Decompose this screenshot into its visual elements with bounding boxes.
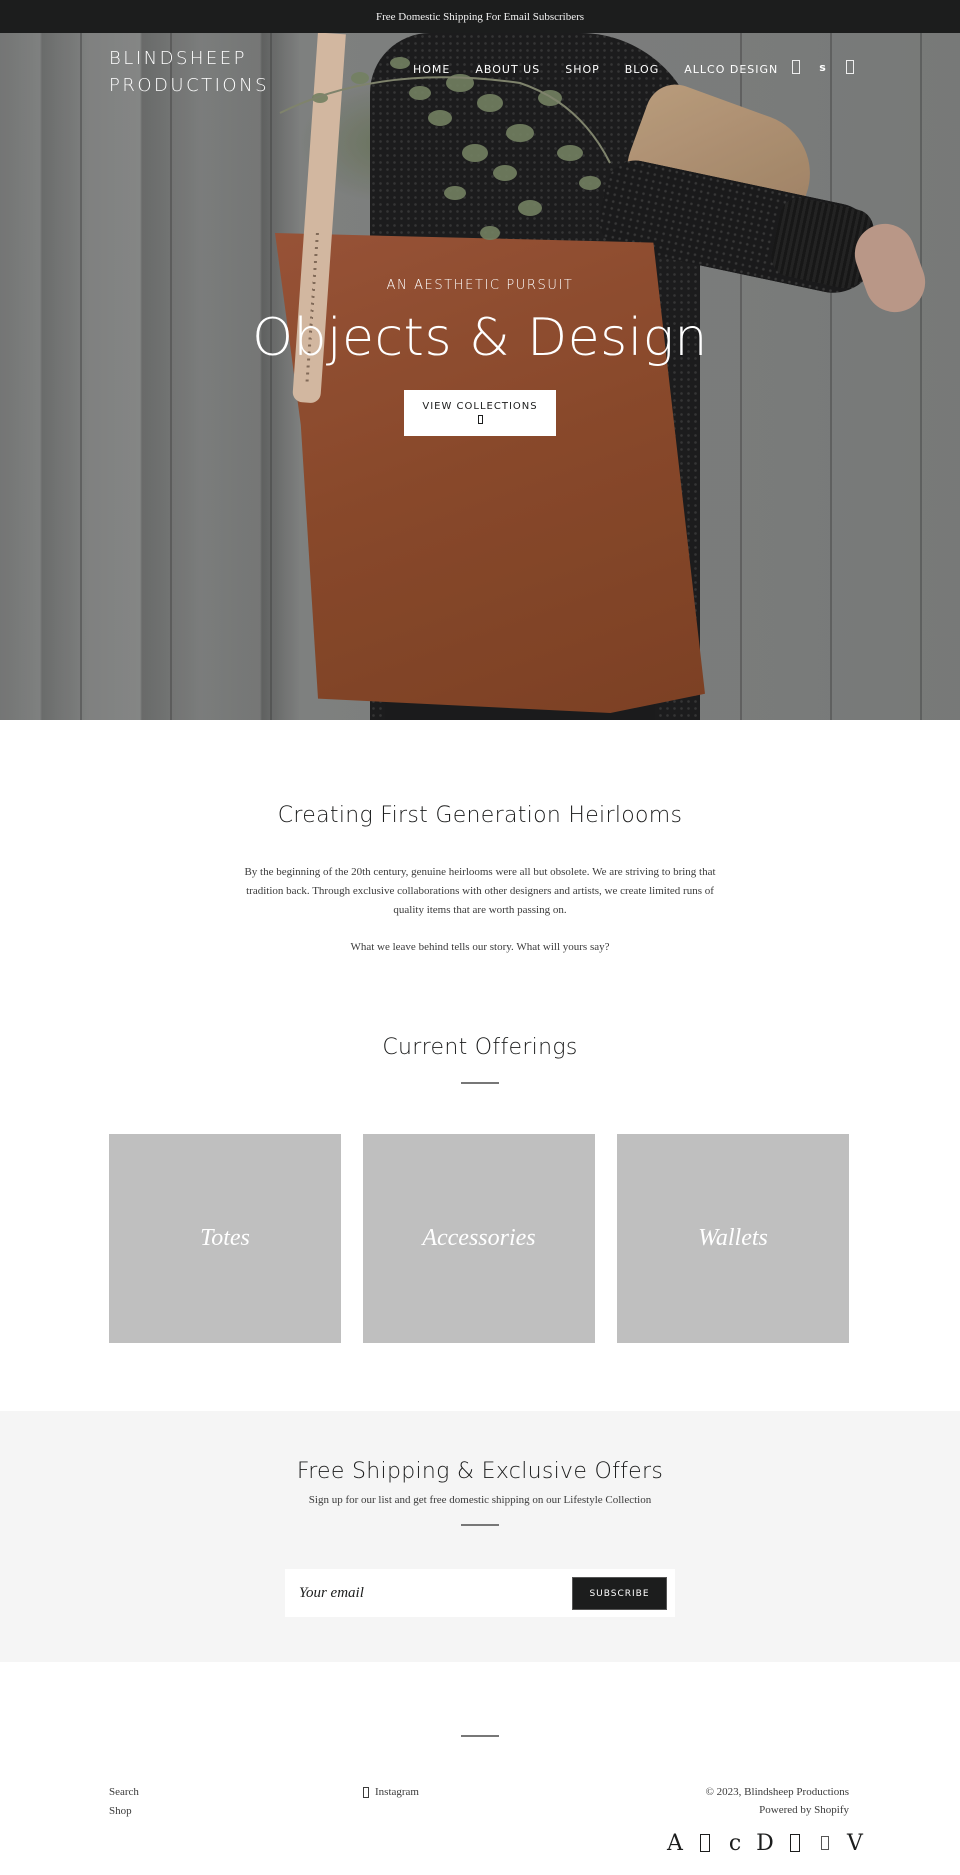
collection-card-wallets[interactable]: Wallets [617,1134,849,1343]
hero-subtitle: AN AESTHETIC PURSUIT [386,278,574,293]
powered-by-shopify-link[interactable]: Powered by Shopify [706,1804,849,1816]
newsletter-subtitle: Sign up for our list and get free domest… [308,1494,652,1506]
search-icon[interactable] [790,59,801,75]
cart-icon[interactable] [844,59,855,75]
collection-label: Totes [200,1225,250,1251]
nav-item-blog[interactable]: BLOG [625,63,659,76]
hero-banner [0,33,960,720]
discover-icon: D [756,1830,774,1856]
view-collections-label: VIEW COLLECTIONS [422,401,538,412]
arrow-right-icon [477,415,483,424]
main-nav: HOME ABOUT US SHOP BLOG ALLCO DESIGN [413,63,803,76]
newsletter-section: Free Shipping & Exclusive Offers Sign up… [0,1411,960,1662]
footer-links: Search Shop [109,1786,139,1817]
nav-item-about-us[interactable]: ABOUT US [475,63,540,76]
american-express-icon: A [667,1830,683,1856]
collection-label: Accessories [422,1225,536,1251]
hero-title: Objects & Design [252,308,708,368]
footer-legal: © 2023, Blindsheep Productions Powered b… [706,1786,849,1816]
current-offerings-section: Current Offerings Totes Accessories Wall… [0,1035,960,1343]
nav-item-shop[interactable]: SHOP [565,63,600,76]
announcement-text: Free Domestic Shipping For Email Subscri… [375,10,585,23]
instagram-icon [363,1786,369,1798]
email-input[interactable] [299,1579,549,1607]
footer-link-search[interactable]: Search [109,1786,139,1798]
site-footer: Search Shop Instagram © 2023, Blindsheep… [0,1662,960,1875]
logo-line-2: PRODUCTIONS [109,75,269,96]
offerings-title: Current Offerings [382,1035,578,1060]
subscribe-button[interactable]: SUBSCRIBE [572,1577,667,1610]
apple-pay-icon [690,1828,720,1858]
google-pay-icon [780,1828,810,1858]
newsletter-form: SUBSCRIBE [285,1569,675,1617]
account-icon[interactable]: s [817,59,828,75]
newsletter-title: Free Shipping & Exclusive Offers [296,1459,664,1484]
section-divider [461,1524,499,1526]
collection-grid: Totes Accessories Wallets [109,1134,849,1343]
logo-line-1: BLINDSHEEP [109,48,248,69]
collection-label: Wallets [698,1225,768,1251]
footer-divider [461,1735,499,1737]
payment-icons: A c D V [660,1828,870,1858]
nav-item-allco-design[interactable]: ALLCO DESIGN [684,63,778,76]
diners-club-icon: c [728,1830,742,1856]
hero-content: AN AESTHETIC PURSUIT Objects & Design [0,278,960,367]
footer-link-shop[interactable]: Shop [109,1805,139,1817]
instagram-link[interactable]: Instagram [375,1786,419,1798]
collection-card-accessories[interactable]: Accessories [363,1134,595,1343]
section-divider [461,1082,499,1084]
site-header: BLINDSHEEP PRODUCTIONS HOME ABOUT US SHO… [0,33,960,113]
hero-overlay [0,33,960,720]
copyright-text: © 2023, Blindsheep Productions [705,1786,849,1798]
intro-paragraph: By the beginning of the 20th century, ge… [244,866,716,916]
collection-card-totes[interactable]: Totes [109,1134,341,1343]
header-icons: s [790,59,855,75]
intro-title: Creating First Generation Heirlooms [277,803,683,828]
visa-icon: V [847,1830,863,1856]
intro-tagline: What we leave behind tells our story. Wh… [350,941,610,953]
announcement-bar: Free Domestic Shipping For Email Subscri… [0,0,960,33]
intro-section: Creating First Generation Heirlooms By t… [0,803,960,957]
view-collections-button[interactable]: VIEW COLLECTIONS [404,390,556,436]
mastercard-icon [810,1828,840,1858]
logo-link[interactable]: BLINDSHEEP PRODUCTIONS [109,45,269,99]
nav-item-home[interactable]: HOME [413,63,450,76]
footer-social: Instagram [363,1786,419,1798]
